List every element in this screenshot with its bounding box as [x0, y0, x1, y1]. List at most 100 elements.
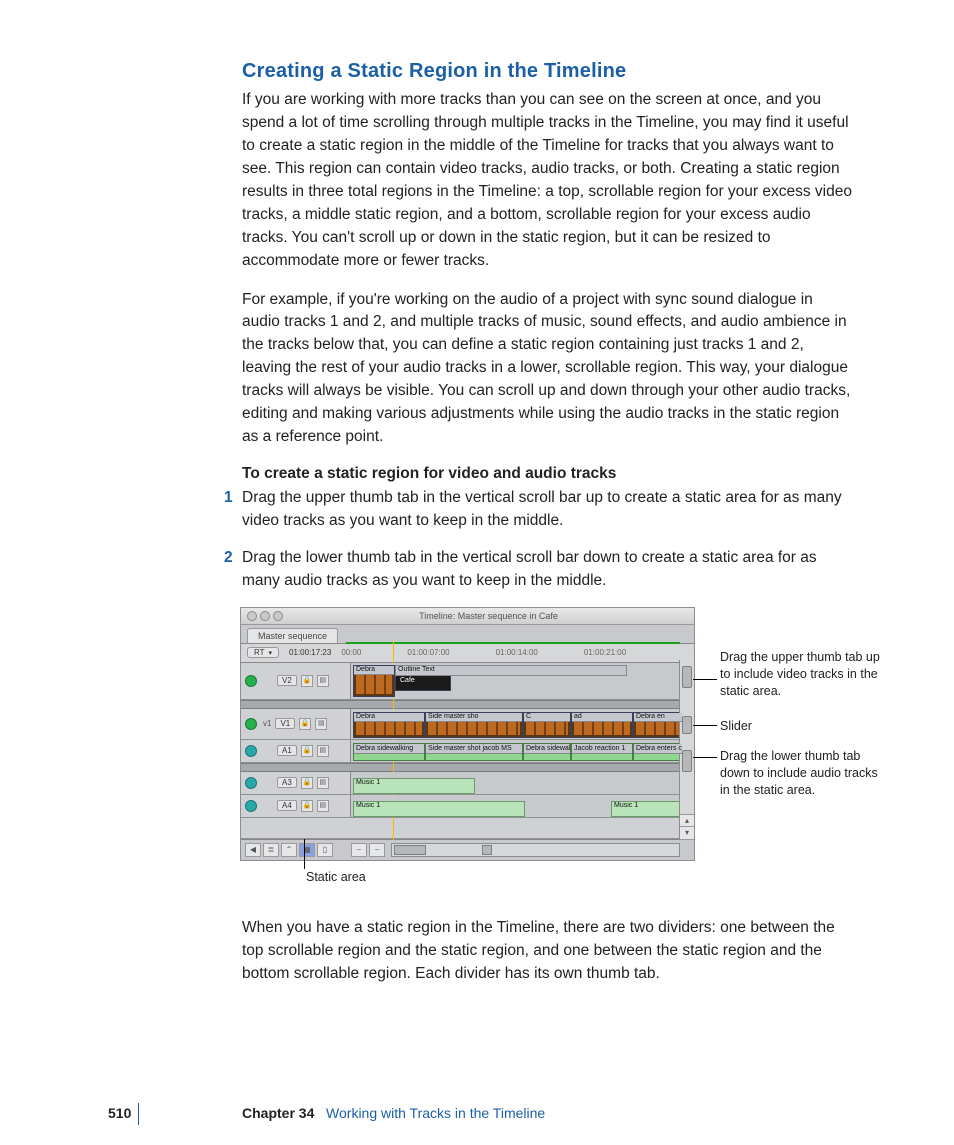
- track-label[interactable]: A4: [277, 800, 297, 811]
- video-clip[interactable]: Debra: [353, 712, 425, 738]
- tool-icon[interactable]: ▯: [317, 843, 333, 857]
- ruler-tick: 01:00:07:00: [407, 648, 449, 657]
- video-clip[interactable]: Side master sho: [425, 712, 523, 738]
- visibility-toggle-icon[interactable]: [245, 675, 257, 687]
- track-a4[interactable]: A4 🔒 ▤ Music 1 Music 1: [241, 795, 694, 818]
- window-title: Timeline: Master sequence in Cafe: [283, 611, 694, 621]
- audio-clip[interactable]: Music 1: [353, 801, 525, 817]
- auto-select-icon[interactable]: ▤: [315, 718, 327, 730]
- auto-select-icon[interactable]: ▤: [317, 777, 329, 789]
- footer-rule: [138, 1103, 139, 1125]
- tool-icon[interactable]: ⌃: [281, 843, 297, 857]
- callout-leader: [693, 679, 717, 680]
- figure: Timeline: Master sequence in Cafe Master…: [240, 607, 895, 861]
- timeline-footer: ◀ ≣ ⌃ ▦ ▯ ⎯ ⎯: [241, 839, 694, 860]
- audible-toggle-icon[interactable]: [245, 777, 257, 789]
- track-a3[interactable]: A3 🔒 ▤ Music 1: [241, 772, 694, 795]
- audio-clip[interactable]: Debra enters cafe WS: [633, 743, 683, 761]
- timeline-ruler[interactable]: RT▾ 01:00:17:23 00:00 01:00:07:00 01:00:…: [241, 644, 694, 663]
- footer-text: Chapter 34 Working with Tracks in the Ti…: [242, 1105, 545, 1121]
- track-label[interactable]: V1: [275, 718, 295, 729]
- callout-static: Static area: [306, 869, 426, 886]
- auto-select-icon[interactable]: ▤: [317, 800, 329, 812]
- region-divider-lower[interactable]: [241, 763, 694, 772]
- callout-upper: Drag the upper thumb tab up to include v…: [720, 649, 890, 700]
- upper-thumb-tab[interactable]: [682, 666, 692, 688]
- slider-thumb[interactable]: [682, 716, 692, 734]
- track-label[interactable]: A1: [277, 745, 297, 756]
- body-paragraph-3: When you have a static region in the Tim…: [242, 917, 854, 986]
- render-bar: [346, 642, 680, 644]
- audio-clip[interactable]: Music 1: [353, 778, 475, 794]
- track-a1[interactable]: A1 🔒 ▤ Debra sidewalking Side master sho…: [241, 740, 694, 763]
- track-header-a3[interactable]: A3 🔒 ▤: [241, 772, 351, 794]
- track-header-v2[interactable]: V2 🔒 ▤: [241, 663, 351, 699]
- lock-icon[interactable]: 🔒: [301, 675, 313, 687]
- chapter-label: Chapter 34: [242, 1105, 314, 1121]
- audio-clip[interactable]: Music 1: [611, 801, 683, 817]
- callout-leader: [693, 757, 717, 758]
- lock-icon[interactable]: 🔒: [299, 718, 311, 730]
- traffic-lights-icon[interactable]: [247, 611, 283, 621]
- procedure-heading: To create a static region for video and …: [242, 465, 854, 483]
- body-paragraph-2: For example, if you're working on the au…: [242, 289, 854, 450]
- track-label[interactable]: V2: [277, 675, 297, 686]
- track-area: V2 🔒 ▤ Debra Cafe Outline Text: [241, 663, 694, 839]
- step-1: 1Drag the upper thumb tab in the vertica…: [242, 487, 854, 533]
- zoom-slider-icon[interactable]: ⎯: [369, 843, 385, 857]
- tool-icon[interactable]: ◀: [245, 843, 261, 857]
- audio-clip[interactable]: Jacob reaction 1: [571, 743, 633, 761]
- callout-slider: Slider: [720, 718, 890, 735]
- track-v2[interactable]: V2 🔒 ▤ Debra Cafe Outline Text: [241, 663, 694, 700]
- tool-icon[interactable]: ≣: [263, 843, 279, 857]
- step-1-text: Drag the upper thumb tab in the vertical…: [242, 489, 842, 529]
- audible-toggle-icon[interactable]: [245, 745, 257, 757]
- visibility-toggle-icon[interactable]: [245, 718, 257, 730]
- scroll-thumb[interactable]: [482, 845, 492, 855]
- current-timecode[interactable]: 01:00:17:23: [289, 648, 331, 657]
- callout-leader: [693, 725, 717, 726]
- page-number: 510: [108, 1105, 131, 1121]
- chapter-title: Working with Tracks in the Timeline: [326, 1105, 545, 1121]
- horizontal-scrollbar[interactable]: [391, 843, 680, 857]
- track-header-v1[interactable]: v1 V1 🔒 ▤: [241, 709, 351, 739]
- audible-toggle-icon[interactable]: [245, 800, 257, 812]
- tool-icon[interactable]: ▦: [299, 843, 315, 857]
- source-patch[interactable]: v1: [263, 719, 271, 728]
- lock-icon[interactable]: 🔒: [301, 745, 313, 757]
- audio-clip[interactable]: Side master shot jacob MS: [425, 743, 523, 761]
- lock-icon[interactable]: 🔒: [301, 800, 313, 812]
- ruler-tick: 00:00: [341, 648, 361, 657]
- auto-select-icon[interactable]: ▤: [317, 745, 329, 757]
- window-titlebar: Timeline: Master sequence in Cafe: [241, 608, 694, 625]
- lock-icon[interactable]: 🔒: [301, 777, 313, 789]
- ruler-tick: 01:00:14:00: [496, 648, 538, 657]
- scroll-down-arrow-icon[interactable]: ▾: [680, 826, 694, 840]
- track-v1[interactable]: v1 V1 🔒 ▤ Debra Side master sho C ad Deb…: [241, 709, 694, 740]
- callout-lower: Drag the lower thumb tab down to include…: [720, 748, 890, 799]
- audio-clip[interactable]: Debra sidewal: [523, 743, 571, 761]
- section-heading: Creating a Static Region in the Timeline: [242, 60, 854, 83]
- track-label[interactable]: A3: [277, 777, 297, 788]
- video-clip[interactable]: Debra: [353, 665, 395, 697]
- track-header-a4[interactable]: A4 🔒 ▤: [241, 795, 351, 817]
- track-header-a1[interactable]: A1 🔒 ▤: [241, 740, 351, 762]
- callout-leader: [304, 839, 305, 869]
- timeline-window: Timeline: Master sequence in Cafe Master…: [240, 607, 695, 861]
- step-2: 2Drag the lower thumb tab in the vertica…: [242, 547, 854, 593]
- video-clip[interactable]: ad: [571, 712, 633, 738]
- video-clip[interactable]: Debra en: [633, 712, 683, 738]
- sequence-tab[interactable]: Master sequence: [247, 628, 338, 643]
- audio-clip[interactable]: Debra sidewalking: [353, 743, 425, 761]
- video-clip[interactable]: C: [523, 712, 571, 738]
- video-clip-outline[interactable]: Outline Text: [395, 665, 627, 676]
- zoom-control[interactable]: [394, 845, 426, 855]
- auto-select-icon[interactable]: ▤: [317, 675, 329, 687]
- step-2-text: Drag the lower thumb tab in the vertical…: [242, 549, 817, 589]
- body-paragraph-1: If you are working with more tracks than…: [242, 89, 854, 273]
- region-divider-upper[interactable]: [241, 700, 694, 709]
- zoom-slider-icon[interactable]: ⎯: [351, 843, 367, 857]
- rt-menu[interactable]: RT▾: [247, 647, 279, 658]
- lower-thumb-tab[interactable]: [682, 750, 692, 772]
- ruler-tick: 01:00:21:00: [584, 648, 626, 657]
